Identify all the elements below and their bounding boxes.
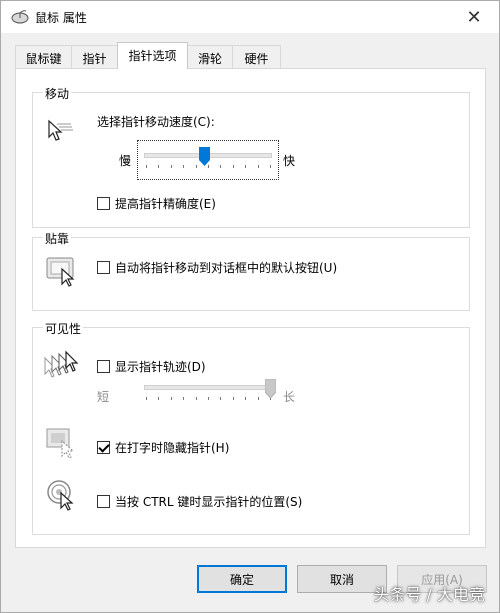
- slider-tick: [208, 397, 209, 400]
- snap-label[interactable]: 自动将指针移动到对话框中的默认按钮(U): [115, 259, 337, 276]
- tab-hardware[interactable]: 硬件: [232, 45, 281, 69]
- snap-to-icon: [46, 257, 75, 287]
- slider-tick: [245, 165, 247, 168]
- trails-slider[interactable]: [137, 376, 279, 410]
- slider-tick: [220, 397, 222, 400]
- slider-tick: [183, 397, 185, 400]
- hide-pointer-icon: [46, 428, 75, 459]
- motion-group-title: 移动: [43, 85, 72, 102]
- snap-checkbox[interactable]: [97, 261, 110, 274]
- slider-tick: [195, 165, 197, 168]
- tab-pointer-options[interactable]: 指针选项: [117, 42, 188, 69]
- close-icon: ✕: [466, 6, 482, 28]
- window-title: 鼠标 属性: [35, 11, 87, 25]
- slider-tick: [270, 165, 271, 168]
- trails-label[interactable]: 显示指针轨迹(D): [115, 358, 206, 375]
- tab-wheel[interactable]: 滑轮: [187, 45, 233, 69]
- slider-tick: [183, 165, 185, 168]
- snap-group: 贴靠 自动将指针移动到对话框中的默认按钮(U): [32, 230, 470, 311]
- slider-tick: [170, 397, 172, 400]
- fast-label: 快: [283, 154, 296, 168]
- slider-tick: [245, 397, 247, 400]
- pointer-speed-icon: [48, 119, 73, 141]
- slider-tick: [257, 165, 259, 168]
- pointer-options-panel: 移动 选择指针移动速度(C): 慢 快 提高指针精确度(E) 贴靠 自动将指针移…: [15, 68, 486, 548]
- visibility-group: 可见性 显示指针轨迹(D) 短 长 在打字时隐藏指针(H) 当按 CTRL 键时…: [32, 320, 470, 535]
- slider-tick: [170, 165, 172, 168]
- speed-slider-thumb[interactable]: [198, 147, 210, 166]
- mouse-icon: [11, 10, 29, 24]
- speed-slider[interactable]: [137, 140, 279, 180]
- visibility-group-title: 可见性: [43, 320, 84, 337]
- hide-while-typing-checkbox[interactable]: [97, 441, 110, 454]
- close-button[interactable]: ✕: [453, 3, 495, 31]
- watermark: 头条号 / 大电竞: [373, 585, 485, 604]
- mouse-properties-dialog: 鼠标 属性 ✕ 鼠标键 指针 指针选项 滑轮 硬件 移动 选择指针移动速度(C)…: [0, 0, 500, 613]
- slider-tick: [220, 165, 222, 168]
- slider-tick: [146, 165, 147, 168]
- slow-label: 慢: [119, 154, 132, 168]
- snap-group-title: 贴靠: [43, 230, 72, 247]
- ok-button[interactable]: 确定: [197, 565, 287, 593]
- short-label: 短: [97, 390, 110, 404]
- trails-slider-thumb[interactable]: [264, 379, 276, 398]
- trails-slider-track: [144, 385, 272, 390]
- ctrl-locate-icon: [47, 480, 74, 511]
- precision-checkbox[interactable]: [97, 197, 110, 210]
- precision-label[interactable]: 提高指针精确度(E): [115, 195, 216, 212]
- title-bar: 鼠标 属性 ✕: [1, 1, 499, 33]
- ctrl-locate-label[interactable]: 当按 CTRL 键时显示指针的位置(S): [115, 493, 302, 510]
- slider-tick: [158, 397, 160, 400]
- ctrl-locate-checkbox[interactable]: [97, 495, 110, 508]
- long-label: 长: [283, 390, 296, 404]
- pointer-trails-icon: [44, 350, 79, 378]
- slider-tick: [195, 397, 197, 400]
- slider-tick: [232, 165, 234, 168]
- trails-checkbox[interactable]: [97, 360, 110, 373]
- slider-tick: [158, 165, 160, 168]
- slider-tick: [232, 397, 234, 400]
- tab-pointers[interactable]: 指针: [71, 45, 118, 69]
- tab-buttons[interactable]: 鼠标键: [15, 45, 72, 69]
- motion-group: 移动 选择指针移动速度(C): 慢 快 提高指针精确度(E): [32, 85, 470, 228]
- slider-tick: [257, 397, 259, 400]
- slider-tick: [146, 397, 147, 400]
- speed-label: 选择指针移动速度(C):: [97, 115, 215, 129]
- hide-while-typing-label[interactable]: 在打字时隐藏指针(H): [115, 439, 229, 456]
